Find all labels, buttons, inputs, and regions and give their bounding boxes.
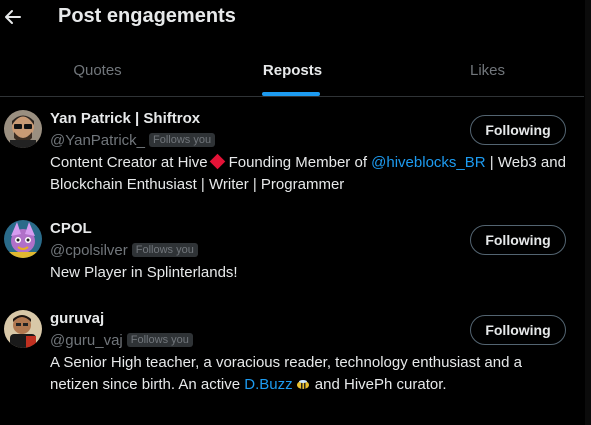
- page-header: Post engagements: [0, 0, 591, 36]
- tab-label: Likes: [469, 62, 506, 79]
- user-cell[interactable]: guruvaj @guru_vaj Follows you Following A…: [0, 310, 584, 405]
- user-handle[interactable]: @guru_vaj: [50, 332, 123, 349]
- user-display-name[interactable]: Yan Patrick | Shiftrox: [50, 110, 200, 127]
- page-title: Post engagements: [58, 5, 236, 27]
- back-arrow-icon[interactable]: [2, 4, 24, 30]
- user-bio: A Senior High teacher, a voracious reade…: [50, 352, 560, 396]
- avatar[interactable]: [4, 110, 42, 148]
- mention-link[interactable]: @hiveblocks_BR: [371, 154, 485, 171]
- dbuzz-link[interactable]: D.Buzz: [244, 376, 292, 393]
- user-display-name[interactable]: guruvaj: [50, 310, 104, 327]
- tab-likes[interactable]: Likes: [390, 40, 585, 96]
- user-handle[interactable]: @YanPatrick_: [50, 132, 145, 149]
- avatar[interactable]: [4, 220, 42, 258]
- follows-you-badge: Follows you: [149, 133, 216, 147]
- following-button[interactable]: Following: [470, 225, 566, 255]
- user-display-name[interactable]: CPOL: [50, 220, 92, 237]
- user-handle-row: @YanPatrick_ Follows you: [50, 132, 216, 149]
- follows-you-badge: Follows you: [131, 243, 198, 257]
- engagement-tabs: Quotes Reposts Likes: [0, 40, 584, 97]
- follows-you-badge: Follows you: [126, 333, 193, 347]
- user-cell[interactable]: Yan Patrick | Shiftrox @YanPatrick_ Follo…: [0, 110, 584, 200]
- user-bio: New Player in Splinterlands!: [50, 264, 238, 281]
- user-bio: Content Creator at Hive Founding Member o…: [50, 152, 575, 196]
- tab-label: Reposts: [262, 62, 323, 79]
- scrollbar[interactable]: [585, 0, 591, 425]
- user-handle-row: @guru_vaj Follows you: [50, 332, 193, 349]
- tab-label: Quotes: [73, 62, 122, 79]
- user-handle-row: @cpolsilver Follows you: [50, 242, 198, 259]
- bio-text: and HivePh curator.: [310, 376, 447, 393]
- user-handle[interactable]: @cpolsilver: [50, 242, 128, 259]
- hive-red-diamond-icon: [209, 153, 225, 170]
- following-button[interactable]: Following: [470, 315, 566, 345]
- active-tab-indicator: [262, 92, 320, 96]
- avatar[interactable]: [4, 310, 42, 348]
- bio-text: Founding Member of: [228, 154, 372, 171]
- tab-quotes[interactable]: Quotes: [0, 40, 195, 96]
- bee-icon: [296, 380, 309, 390]
- bio-text: Content Creator at Hive: [50, 154, 208, 171]
- following-button[interactable]: Following: [470, 115, 566, 145]
- user-cell[interactable]: CPOL @cpolsilver Follows you Following Ne…: [0, 220, 584, 290]
- tab-reposts[interactable]: Reposts: [195, 40, 390, 96]
